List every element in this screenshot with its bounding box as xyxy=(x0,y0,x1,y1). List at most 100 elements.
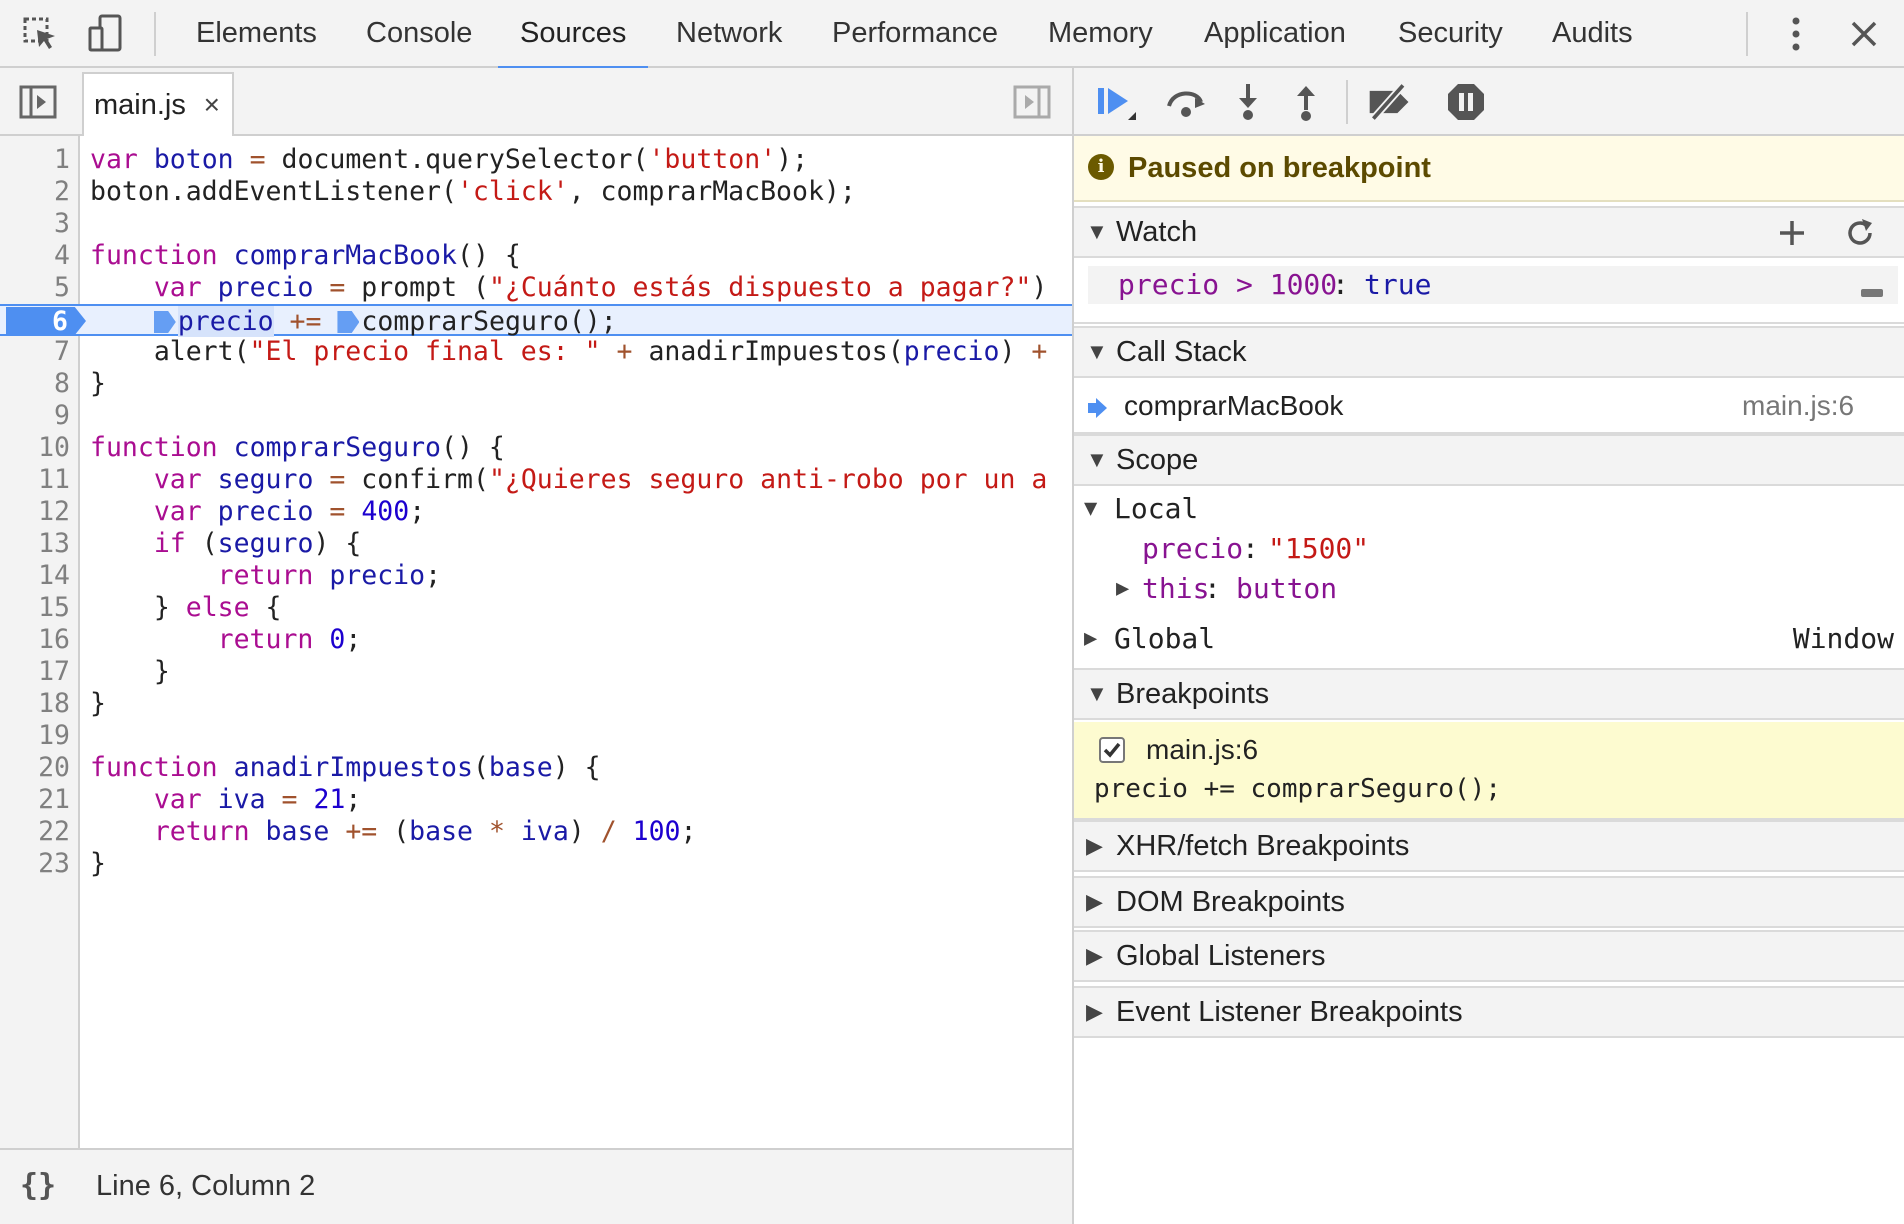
scope-local-row[interactable]: ▼ Local xyxy=(1074,488,1904,528)
line-number[interactable]: 16 xyxy=(0,624,70,656)
scope-variable-row[interactable]: ▶ this : button xyxy=(1074,568,1904,608)
code-line: 15 } else { xyxy=(0,592,1072,624)
global-listeners-title: Global Listeners xyxy=(1116,940,1326,972)
line-number[interactable]: 6 xyxy=(0,306,68,338)
breakpoint-line: 6 precio += comprarSeguro(); xyxy=(0,304,1072,338)
refresh-icon[interactable] xyxy=(1844,216,1876,264)
event-listener-breakpoints-section-header[interactable]: ▶ Event Listener Breakpoints xyxy=(1074,986,1904,1038)
add-expression-icon[interactable] xyxy=(1776,216,1808,264)
step-over-icon[interactable] xyxy=(1162,80,1210,124)
code-line: 23} xyxy=(0,848,1072,880)
call-stack-section-header[interactable]: ▼ Call Stack xyxy=(1074,326,1904,378)
paused-message: Paused on breakpoint xyxy=(1128,152,1431,184)
remove-expression-icon[interactable] xyxy=(1860,274,1884,307)
tab-application[interactable]: Application xyxy=(1182,0,1368,68)
line-number[interactable]: 1 xyxy=(0,144,70,176)
line-number[interactable]: 5 xyxy=(0,272,70,304)
line-number[interactable]: 18 xyxy=(0,688,70,720)
scope-section-header[interactable]: ▼ Scope xyxy=(1074,434,1904,486)
scope-variable-row[interactable]: precio : "1500" xyxy=(1074,528,1904,568)
step-out-icon[interactable] xyxy=(1282,80,1330,124)
tab-performance[interactable]: Performance xyxy=(810,0,1020,68)
line-number[interactable]: 14 xyxy=(0,560,70,592)
collapsed-triangle-icon[interactable]: ▶ xyxy=(1084,626,1097,651)
code-line: 16 return 0; xyxy=(0,624,1072,656)
dom-breakpoints-section-header[interactable]: ▶ DOM Breakpoints xyxy=(1074,876,1904,928)
breakpoint-item[interactable]: main.js:6 precio += comprarSeguro(); xyxy=(1074,722,1904,820)
line-number[interactable]: 22 xyxy=(0,816,70,848)
kebab-menu-icon[interactable] xyxy=(1774,12,1818,56)
expanded-triangle-icon: ▼ xyxy=(1086,447,1108,472)
code-line: 2 boton.addEventListener('click', comprar… xyxy=(0,176,1072,208)
line-number[interactable]: 10 xyxy=(0,432,70,464)
pretty-print-icon[interactable]: {} xyxy=(20,1150,56,1222)
close-tab-icon[interactable]: × xyxy=(204,74,220,136)
watch-expression-row[interactable]: precio > 1000 : true xyxy=(1074,262,1904,324)
scope-var-name: this xyxy=(1142,572,1210,605)
debugger-sidebar: i Paused on breakpoint ▼ Watch precio > … xyxy=(1074,68,1904,1224)
pause-on-exceptions-icon[interactable] xyxy=(1442,80,1490,124)
device-toolbar-icon[interactable] xyxy=(84,12,128,56)
editor-status-bar: {} Line 6, Column 2 xyxy=(0,1148,1072,1224)
toggle-navigator-icon[interactable] xyxy=(16,80,60,124)
call-frame-row[interactable]: comprarMacBook main.js:6 xyxy=(1074,380,1904,434)
file-tab-label: main.js xyxy=(94,89,186,121)
code-line: 12 var precio = 400; xyxy=(0,496,1072,528)
close-icon[interactable] xyxy=(1842,12,1886,56)
line-number[interactable]: 13 xyxy=(0,528,70,560)
tab-sources[interactable]: Sources xyxy=(498,0,649,70)
breakpoint-checkbox[interactable] xyxy=(1098,736,1126,771)
line-number[interactable]: 19 xyxy=(0,720,70,752)
line-number[interactable]: 17 xyxy=(0,656,70,688)
tab-console[interactable]: Console xyxy=(344,0,494,68)
line-number[interactable]: 20 xyxy=(0,752,70,784)
scope-local-label: Local xyxy=(1114,492,1199,525)
scope-global-row[interactable]: ▶ Global Window xyxy=(1074,616,1904,666)
line-number[interactable]: 15 xyxy=(0,592,70,624)
dom-breakpoints-title: DOM Breakpoints xyxy=(1116,886,1345,918)
devtools-tab-bar: Elements Console Sources Network Perform… xyxy=(0,0,1904,70)
line-number[interactable]: 12 xyxy=(0,496,70,528)
file-tab-main-js[interactable]: main.js × xyxy=(82,72,234,136)
line-number[interactable]: 3 xyxy=(0,208,70,240)
code-line: 11 var seguro = confirm("¿Quieres seguro… xyxy=(0,464,1072,496)
code-line: 3 xyxy=(0,208,1072,240)
line-number[interactable]: 9 xyxy=(0,400,70,432)
toolbar-divider xyxy=(1746,12,1748,56)
code-line: 8} xyxy=(0,368,1072,400)
collapsed-triangle-icon[interactable]: ▶ xyxy=(1116,576,1129,601)
tab-elements[interactable]: Elements xyxy=(174,0,339,68)
code-line: 5 var precio = prompt ("¿Cuánto estás di… xyxy=(0,272,1072,304)
call-frame-location[interactable]: main.js:6 xyxy=(1742,390,1854,422)
scope-var-colon: : xyxy=(1204,572,1221,605)
tab-audits[interactable]: Audits xyxy=(1530,0,1655,68)
tab-memory[interactable]: Memory xyxy=(1026,0,1175,68)
line-number[interactable]: 23 xyxy=(0,848,70,880)
line-number[interactable]: 7 xyxy=(0,336,70,368)
inspect-element-icon[interactable] xyxy=(18,12,62,56)
expanded-triangle-icon: ▼ xyxy=(1084,496,1098,521)
line-number[interactable]: 4 xyxy=(0,240,70,272)
expanded-triangle-icon: ▼ xyxy=(1086,339,1108,364)
expanded-triangle-icon: ▼ xyxy=(1086,681,1108,706)
toggle-debugger-icon[interactable] xyxy=(1010,80,1054,124)
tab-security[interactable]: Security xyxy=(1376,0,1525,68)
collapsed-triangle-icon: ▶ xyxy=(1086,943,1103,968)
line-number[interactable]: 8 xyxy=(0,368,70,400)
xhr-breakpoints-section-header[interactable]: ▶ XHR/fetch Breakpoints xyxy=(1074,820,1904,872)
toolbar-divider xyxy=(154,12,156,56)
line-number[interactable]: 21 xyxy=(0,784,70,816)
step-into-icon[interactable] xyxy=(1224,80,1272,124)
watch-section-header[interactable]: ▼ Watch xyxy=(1074,206,1904,258)
collapsed-triangle-icon: ▶ xyxy=(1086,833,1103,858)
deactivate-breakpoints-icon[interactable] xyxy=(1366,80,1414,124)
tab-network[interactable]: Network xyxy=(654,0,804,68)
line-number[interactable]: 2 xyxy=(0,176,70,208)
code-line: 14 return precio; xyxy=(0,560,1072,592)
global-listeners-section-header[interactable]: ▶ Global Listeners xyxy=(1074,930,1904,982)
line-number[interactable]: 11 xyxy=(0,464,70,496)
resume-button[interactable] xyxy=(1092,80,1140,124)
breakpoints-section-header[interactable]: ▼ Breakpoints xyxy=(1074,668,1904,720)
call-frame-name: comprarMacBook xyxy=(1124,390,1344,421)
code-editor[interactable]: 1 var boton = document.querySelector('but… xyxy=(0,136,1072,1216)
